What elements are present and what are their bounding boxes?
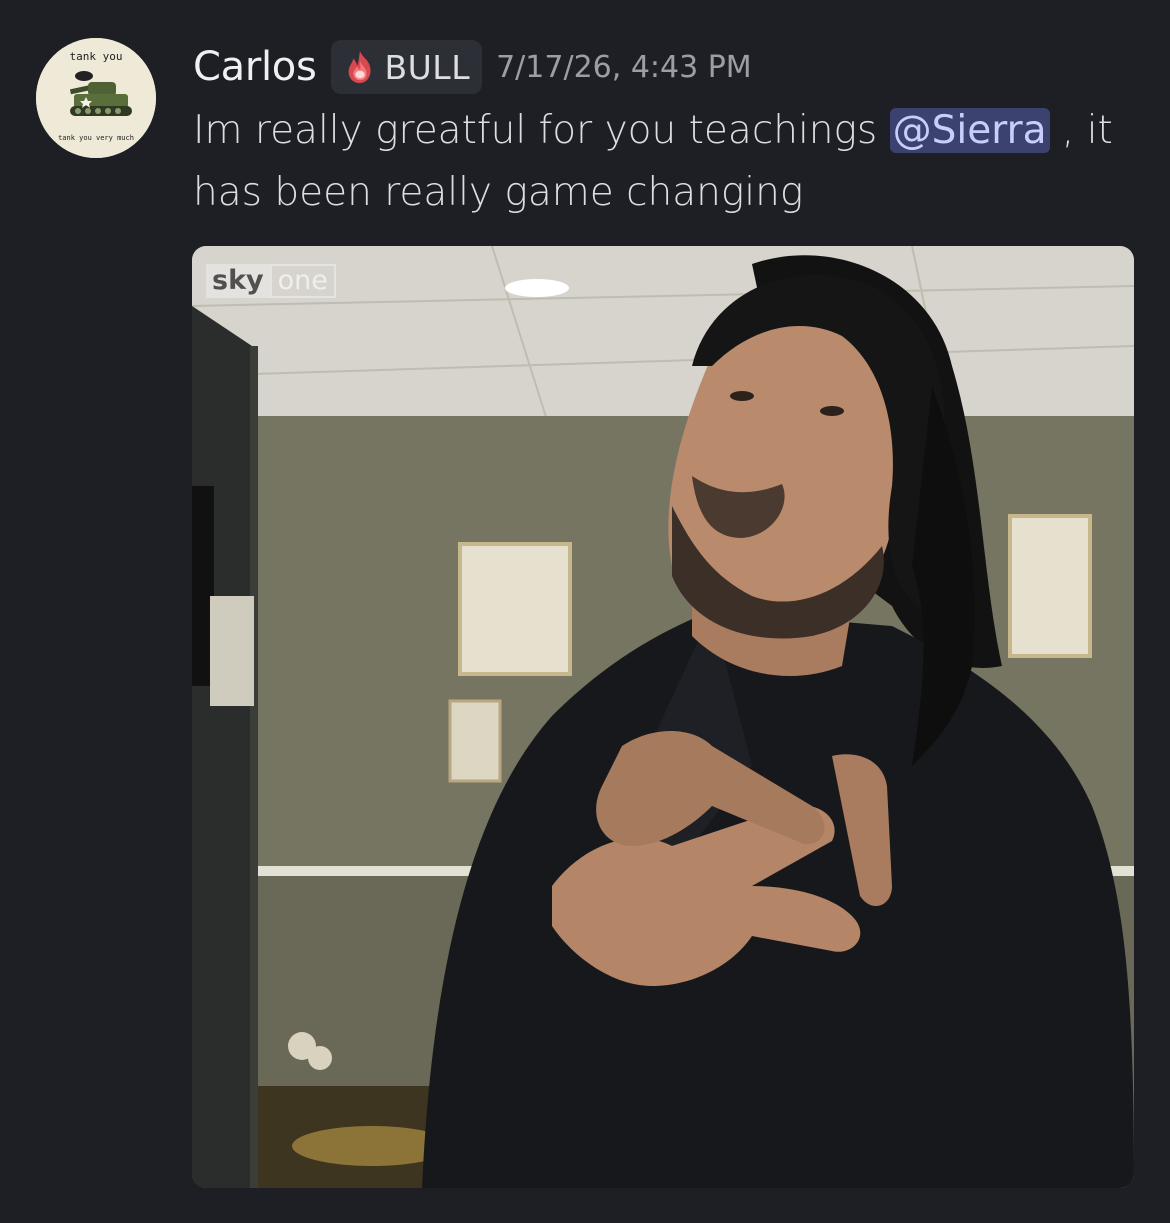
tank-avatar-icon: tank you tank you very much xyxy=(36,38,156,158)
avatar-text-bottom: tank you very much xyxy=(58,134,134,142)
image-attachment[interactable]: sky one xyxy=(192,246,1134,1188)
username[interactable]: Carlos xyxy=(193,44,317,90)
message-text-before: Im really greatful for you teachings xyxy=(193,108,890,153)
message-header: Carlos BULL 7/17/26, 4:43 PM xyxy=(193,38,752,96)
role-tag[interactable]: BULL xyxy=(330,40,483,94)
role-label: BULL xyxy=(384,47,471,87)
fire-icon xyxy=(348,50,371,84)
watermark-sky: sky xyxy=(206,264,270,298)
watermark-one: one xyxy=(269,264,336,298)
user-mention[interactable]: @Sierra xyxy=(889,108,1050,153)
chat-message: tank you tank you very much Carlos BULL xyxy=(0,0,1170,1223)
user-avatar[interactable]: tank you tank you very much xyxy=(36,38,156,158)
attachment-image xyxy=(192,246,1134,1188)
message-content: Im really greatful for you teachings @Si… xyxy=(193,100,1133,224)
avatar-text-top: tank you xyxy=(70,50,123,63)
timestamp: 7/17/26, 4:43 PM xyxy=(496,49,752,85)
channel-watermark: sky one xyxy=(206,264,336,298)
